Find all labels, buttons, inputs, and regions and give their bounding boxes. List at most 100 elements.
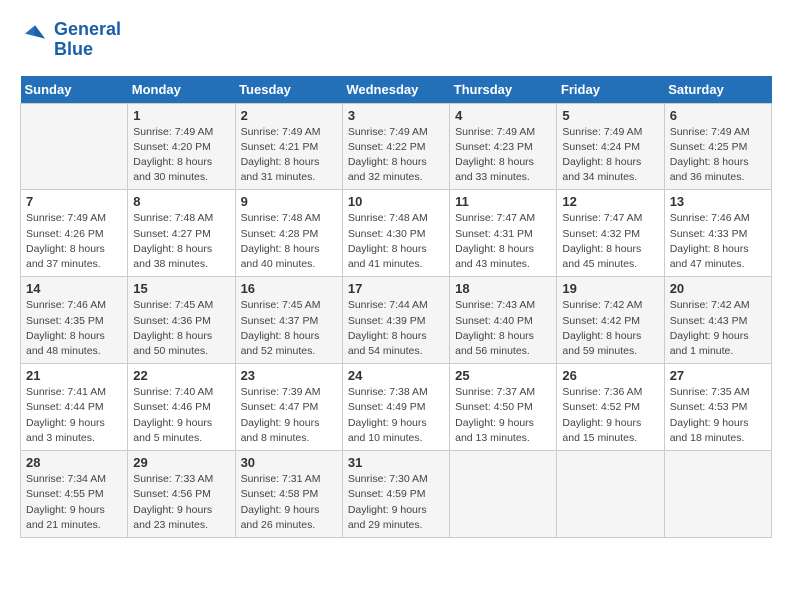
day-number: 18 xyxy=(455,281,551,296)
day-info: Sunrise: 7:31 AM Sunset: 4:58 PM Dayligh… xyxy=(241,472,337,533)
day-number: 4 xyxy=(455,108,551,123)
calendar-cell: 8 Sunrise: 7:48 AM Sunset: 4:27 PM Daylig… xyxy=(128,190,235,277)
day-number: 27 xyxy=(670,368,766,383)
day-number: 11 xyxy=(455,194,551,209)
page-header: General Blue xyxy=(20,20,772,60)
weekday-header-row: SundayMondayTuesdayWednesdayThursdayFrid… xyxy=(21,76,772,104)
calendar-cell xyxy=(21,103,128,190)
calendar-cell: 26 Sunrise: 7:36 AM Sunset: 4:52 PM Dayli… xyxy=(557,364,664,451)
day-info: Sunrise: 7:45 AM Sunset: 4:36 PM Dayligh… xyxy=(133,298,229,359)
day-number: 19 xyxy=(562,281,658,296)
day-info: Sunrise: 7:42 AM Sunset: 4:42 PM Dayligh… xyxy=(562,298,658,359)
day-number: 22 xyxy=(133,368,229,383)
weekday-header-tuesday: Tuesday xyxy=(235,76,342,104)
calendar-cell: 29 Sunrise: 7:33 AM Sunset: 4:56 PM Dayli… xyxy=(128,451,235,538)
day-number: 30 xyxy=(241,455,337,470)
day-info: Sunrise: 7:47 AM Sunset: 4:32 PM Dayligh… xyxy=(562,211,658,272)
day-info: Sunrise: 7:47 AM Sunset: 4:31 PM Dayligh… xyxy=(455,211,551,272)
calendar-cell: 4 Sunrise: 7:49 AM Sunset: 4:23 PM Daylig… xyxy=(450,103,557,190)
day-number: 23 xyxy=(241,368,337,383)
calendar-cell: 5Sunrise: 7:49 AM Sunset: 4:24 PM Daylig… xyxy=(557,103,664,190)
calendar-cell xyxy=(450,451,557,538)
day-number: 7 xyxy=(26,194,122,209)
day-info: Sunrise: 7:49 AM Sunset: 4:26 PM Dayligh… xyxy=(26,211,122,272)
calendar-cell: 21 Sunrise: 7:41 AM Sunset: 4:44 PM Dayli… xyxy=(21,364,128,451)
day-info: Sunrise: 7:49 AM Sunset: 4:25 PM Dayligh… xyxy=(670,125,766,186)
day-number: 13 xyxy=(670,194,766,209)
weekday-header-monday: Monday xyxy=(128,76,235,104)
day-info: Sunrise: 7:40 AM Sunset: 4:46 PM Dayligh… xyxy=(133,385,229,446)
logo: General Blue xyxy=(20,20,121,60)
calendar-week-row: 1Sunrise: 7:49 AM Sunset: 4:20 PM Daylig… xyxy=(21,103,772,190)
day-number: 2 xyxy=(241,108,337,123)
calendar-cell xyxy=(557,451,664,538)
day-info: Sunrise: 7:48 AM Sunset: 4:30 PM Dayligh… xyxy=(348,211,444,272)
calendar-cell: 28 Sunrise: 7:34 AM Sunset: 4:55 PM Dayli… xyxy=(21,451,128,538)
calendar-cell: 3 Sunrise: 7:49 AM Sunset: 4:22 PM Daylig… xyxy=(342,103,449,190)
day-info: Sunrise: 7:33 AM Sunset: 4:56 PM Dayligh… xyxy=(133,472,229,533)
day-number: 10 xyxy=(348,194,444,209)
calendar-cell: 19 Sunrise: 7:42 AM Sunset: 4:42 PM Dayli… xyxy=(557,277,664,364)
calendar-cell: 1Sunrise: 7:49 AM Sunset: 4:20 PM Daylig… xyxy=(128,103,235,190)
day-info: Sunrise: 7:37 AM Sunset: 4:50 PM Dayligh… xyxy=(455,385,551,446)
day-number: 31 xyxy=(348,455,444,470)
day-info: Sunrise: 7:45 AM Sunset: 4:37 PM Dayligh… xyxy=(241,298,337,359)
calendar-cell: 17 Sunrise: 7:44 AM Sunset: 4:39 PM Dayli… xyxy=(342,277,449,364)
day-number: 14 xyxy=(26,281,122,296)
weekday-header-thursday: Thursday xyxy=(450,76,557,104)
calendar-week-row: 28 Sunrise: 7:34 AM Sunset: 4:55 PM Dayli… xyxy=(21,451,772,538)
day-number: 9 xyxy=(241,194,337,209)
day-info: Sunrise: 7:30 AM Sunset: 4:59 PM Dayligh… xyxy=(348,472,444,533)
day-info: Sunrise: 7:35 AM Sunset: 4:53 PM Dayligh… xyxy=(670,385,766,446)
calendar-cell: 16Sunrise: 7:45 AM Sunset: 4:37 PM Dayli… xyxy=(235,277,342,364)
day-number: 17 xyxy=(348,281,444,296)
day-info: Sunrise: 7:42 AM Sunset: 4:43 PM Dayligh… xyxy=(670,298,766,359)
calendar-cell: 25Sunrise: 7:37 AM Sunset: 4:50 PM Dayli… xyxy=(450,364,557,451)
day-number: 26 xyxy=(562,368,658,383)
day-info: Sunrise: 7:41 AM Sunset: 4:44 PM Dayligh… xyxy=(26,385,122,446)
day-number: 29 xyxy=(133,455,229,470)
day-info: Sunrise: 7:48 AM Sunset: 4:28 PM Dayligh… xyxy=(241,211,337,272)
day-number: 8 xyxy=(133,194,229,209)
calendar-week-row: 7 Sunrise: 7:49 AM Sunset: 4:26 PM Daylig… xyxy=(21,190,772,277)
day-info: Sunrise: 7:44 AM Sunset: 4:39 PM Dayligh… xyxy=(348,298,444,359)
day-number: 3 xyxy=(348,108,444,123)
day-number: 20 xyxy=(670,281,766,296)
day-info: Sunrise: 7:48 AM Sunset: 4:27 PM Dayligh… xyxy=(133,211,229,272)
calendar-cell: 30 Sunrise: 7:31 AM Sunset: 4:58 PM Dayli… xyxy=(235,451,342,538)
calendar-cell: 15Sunrise: 7:45 AM Sunset: 4:36 PM Dayli… xyxy=(128,277,235,364)
day-info: Sunrise: 7:49 AM Sunset: 4:22 PM Dayligh… xyxy=(348,125,444,186)
weekday-header-saturday: Saturday xyxy=(664,76,771,104)
day-info: Sunrise: 7:36 AM Sunset: 4:52 PM Dayligh… xyxy=(562,385,658,446)
calendar-cell: 11 Sunrise: 7:47 AM Sunset: 4:31 PM Dayli… xyxy=(450,190,557,277)
day-info: Sunrise: 7:46 AM Sunset: 4:35 PM Dayligh… xyxy=(26,298,122,359)
calendar-cell: 7 Sunrise: 7:49 AM Sunset: 4:26 PM Daylig… xyxy=(21,190,128,277)
day-info: Sunrise: 7:39 AM Sunset: 4:47 PM Dayligh… xyxy=(241,385,337,446)
logo-bird-icon xyxy=(20,22,50,52)
calendar-cell: 20 Sunrise: 7:42 AM Sunset: 4:43 PM Dayli… xyxy=(664,277,771,364)
day-info: Sunrise: 7:34 AM Sunset: 4:55 PM Dayligh… xyxy=(26,472,122,533)
day-info: Sunrise: 7:49 AM Sunset: 4:20 PM Dayligh… xyxy=(133,125,229,186)
calendar-cell: 12 Sunrise: 7:47 AM Sunset: 4:32 PM Dayli… xyxy=(557,190,664,277)
calendar-cell: 23 Sunrise: 7:39 AM Sunset: 4:47 PM Dayli… xyxy=(235,364,342,451)
calendar-cell xyxy=(664,451,771,538)
day-number: 28 xyxy=(26,455,122,470)
day-info: Sunrise: 7:49 AM Sunset: 4:21 PM Dayligh… xyxy=(241,125,337,186)
calendar-cell: 9 Sunrise: 7:48 AM Sunset: 4:28 PM Daylig… xyxy=(235,190,342,277)
day-info: Sunrise: 7:38 AM Sunset: 4:49 PM Dayligh… xyxy=(348,385,444,446)
day-number: 5 xyxy=(562,108,658,123)
calendar-cell: 2 Sunrise: 7:49 AM Sunset: 4:21 PM Daylig… xyxy=(235,103,342,190)
calendar-week-row: 14 Sunrise: 7:46 AM Sunset: 4:35 PM Dayli… xyxy=(21,277,772,364)
day-number: 6 xyxy=(670,108,766,123)
day-number: 21 xyxy=(26,368,122,383)
day-info: Sunrise: 7:49 AM Sunset: 4:23 PM Dayligh… xyxy=(455,125,551,186)
day-number: 12 xyxy=(562,194,658,209)
weekday-header-sunday: Sunday xyxy=(21,76,128,104)
calendar-table: SundayMondayTuesdayWednesdayThursdayFrid… xyxy=(20,76,772,538)
calendar-cell: 27 Sunrise: 7:35 AM Sunset: 4:53 PM Dayli… xyxy=(664,364,771,451)
calendar-cell: 18 Sunrise: 7:43 AM Sunset: 4:40 PM Dayli… xyxy=(450,277,557,364)
calendar-cell: 14 Sunrise: 7:46 AM Sunset: 4:35 PM Dayli… xyxy=(21,277,128,364)
day-info: Sunrise: 7:43 AM Sunset: 4:40 PM Dayligh… xyxy=(455,298,551,359)
calendar-cell: 13Sunrise: 7:46 AM Sunset: 4:33 PM Dayli… xyxy=(664,190,771,277)
weekday-header-wednesday: Wednesday xyxy=(342,76,449,104)
